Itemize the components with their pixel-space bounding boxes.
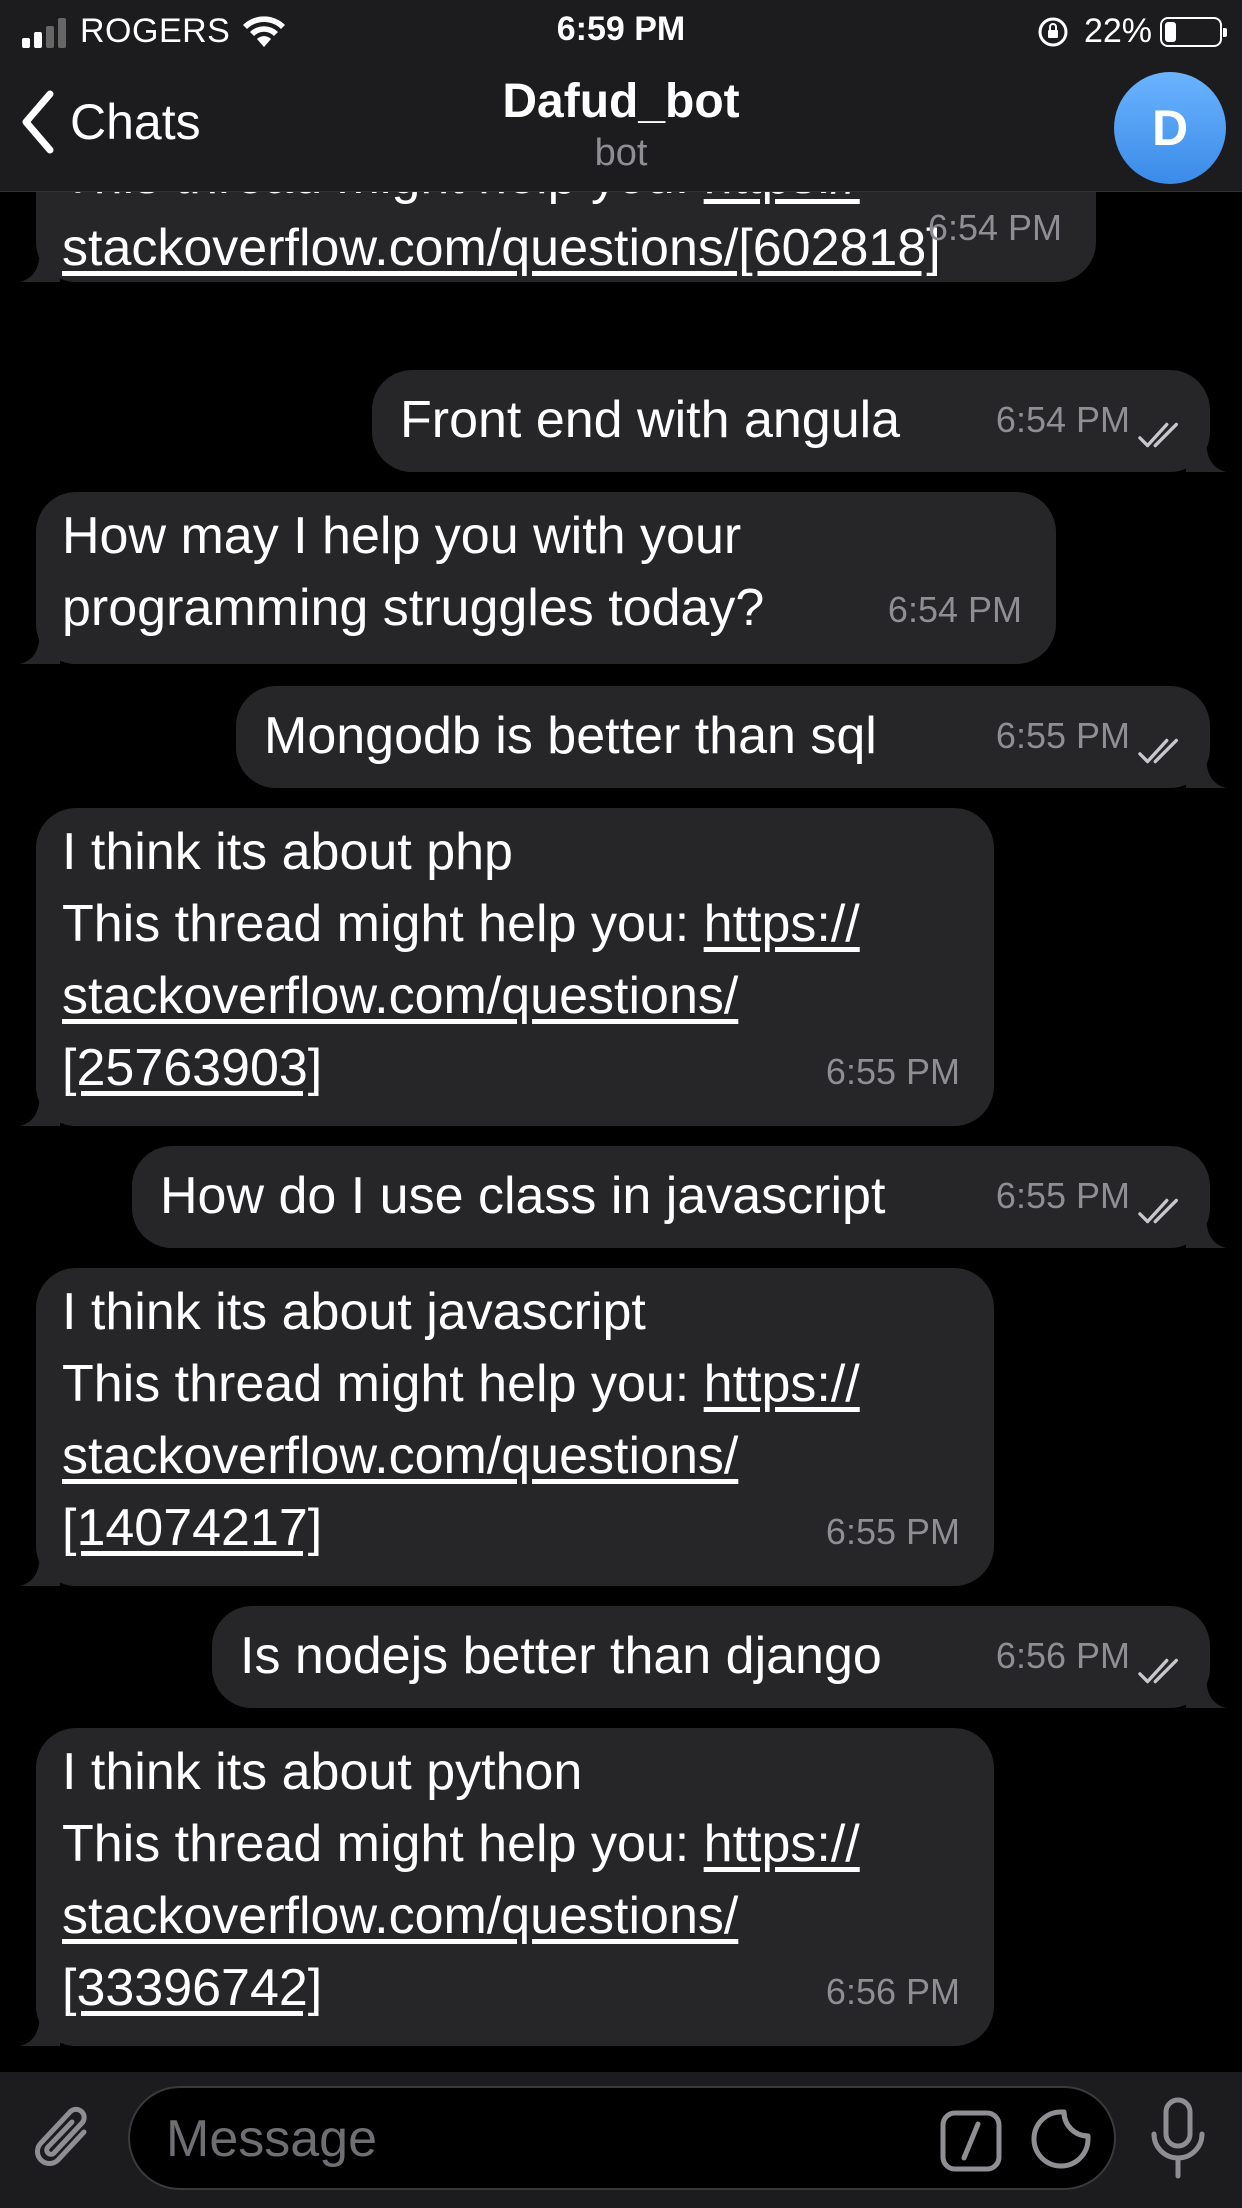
bubble-tail — [20, 1086, 60, 1126]
message-line: stackoverflow.com/questions/ — [62, 1420, 738, 1492]
message-link[interactable]: [33396742] — [62, 1959, 322, 2017]
message-line: I think its about php — [62, 823, 513, 881]
incoming-message[interactable]: This thread might help you: https:// stac… — [20, 192, 1096, 284]
bubble-tail — [1186, 1668, 1226, 1708]
bubble-tail — [20, 2006, 60, 2046]
bot-command-icon[interactable] — [940, 2110, 1002, 2172]
message-list[interactable]: This thread might help you: https:// stac… — [0, 192, 1242, 2072]
message-line: [25763903] — [62, 1032, 322, 1104]
message-line: stackoverflow.com/questions/[602818] — [62, 212, 941, 284]
message-link[interactable]: stackoverflow.com/questions/ — [62, 1427, 738, 1485]
message-line: This thread might help you: https:// — [62, 192, 860, 212]
outgoing-message[interactable]: Front end with angula 6:54 PM — [372, 370, 1226, 472]
message-line: I think its about javascript — [62, 1283, 646, 1341]
bubble-tail — [1186, 748, 1226, 788]
incoming-message[interactable]: How may I help you with your programming … — [20, 492, 1056, 664]
input-bar — [0, 2072, 1242, 2208]
message-link[interactable]: stackoverflow.com/questions/ — [62, 1887, 738, 1945]
message-text: Front end with angula — [400, 391, 901, 449]
outgoing-message[interactable]: Is nodejs better than django 6:56 PM — [212, 1606, 1226, 1708]
status-right: 22% — [1036, 12, 1227, 51]
avatar[interactable]: D — [1114, 72, 1226, 184]
bubble-tail — [20, 242, 60, 282]
message-input[interactable] — [166, 2106, 946, 2172]
message-line: programming struggles today? — [62, 579, 765, 637]
bubble-tail — [20, 1546, 60, 1586]
message-link[interactable]: https:// — [704, 1815, 860, 1873]
message-line: This thread might help you: https:// — [62, 1815, 860, 1873]
incoming-message[interactable]: I think its about javascript This thread … — [20, 1268, 994, 1586]
bubble-tail — [20, 624, 60, 664]
sticker-icon[interactable] — [1030, 2108, 1092, 2170]
bubble-tail — [1186, 1208, 1226, 1248]
message-link[interactable]: [25763903] — [62, 1039, 322, 1097]
message-time: 6:55 PM — [995, 1175, 1130, 1216]
message-text: Is nodejs better than django — [240, 1627, 882, 1685]
battery-icon — [1160, 16, 1227, 47]
read-checkmark-icon — [1138, 738, 1179, 764]
message-time: 6:54 PM — [995, 399, 1130, 440]
bubble-tail — [1186, 432, 1226, 472]
read-checkmark-icon — [1138, 1198, 1179, 1224]
message-link[interactable]: stackoverflow.com/questions/[602818] — [62, 219, 941, 277]
outgoing-message[interactable]: How do I use class in javascript 6:55 PM — [132, 1146, 1226, 1248]
message-time: 6:55 PM — [825, 1051, 960, 1092]
message-link[interactable]: stackoverflow.com/questions/ — [62, 967, 738, 1025]
status-bar: ROGERS 6:59 PM 22% — [0, 0, 1242, 60]
avatar-initial: D — [1151, 100, 1189, 156]
rotation-lock-icon — [1038, 17, 1068, 46]
message-time: 6:56 PM — [995, 1635, 1130, 1676]
incoming-message[interactable]: I think its about python This thread migh… — [20, 1728, 994, 2046]
message-text: Mongodb is better than sql — [264, 707, 877, 765]
read-checkmark-icon — [1138, 422, 1179, 448]
message-text: How do I use class in javascript — [160, 1167, 886, 1225]
microphone-icon[interactable] — [1148, 2096, 1208, 2182]
message-line: stackoverflow.com/questions/ — [62, 960, 738, 1032]
message-time: 6:54 PM — [927, 207, 1062, 248]
message-line: How may I help you with your — [62, 507, 742, 565]
message-line: This thread might help you: https:// — [62, 1355, 860, 1413]
message-line: I think its about python — [62, 1743, 583, 1801]
incoming-message[interactable]: I think its about php This thread might h… — [20, 808, 994, 1126]
chat-subtitle: bot — [594, 132, 648, 174]
message-link[interactable]: https:// — [704, 192, 860, 205]
message-line: [33396742] — [62, 1952, 322, 2024]
message-time: 6:54 PM — [887, 589, 1022, 630]
battery-percent: 22% — [1083, 12, 1152, 50]
message-link[interactable]: https:// — [704, 1355, 860, 1413]
message-line: stackoverflow.com/questions/ — [62, 1880, 738, 1952]
chat-title[interactable]: Dafud_bot — [0, 74, 1242, 129]
message-line: This thread might help you: https:// — [62, 895, 860, 953]
message-field[interactable] — [128, 2086, 1116, 2190]
outgoing-message[interactable]: Mongodb is better than sql 6:55 PM — [236, 686, 1226, 788]
message-link[interactable]: https:// — [704, 895, 860, 953]
read-checkmark-icon — [1138, 1658, 1179, 1684]
paperclip-icon[interactable] — [32, 2102, 98, 2178]
chat-header: Chats Dafud_bot bot D — [0, 60, 1242, 192]
message-time: 6:55 PM — [825, 1511, 960, 1552]
message-time: 6:56 PM — [825, 1971, 960, 2012]
message-link[interactable]: [14074217] — [62, 1499, 322, 1557]
message-time: 6:55 PM — [995, 715, 1130, 756]
message-line: [14074217] — [62, 1492, 322, 1564]
